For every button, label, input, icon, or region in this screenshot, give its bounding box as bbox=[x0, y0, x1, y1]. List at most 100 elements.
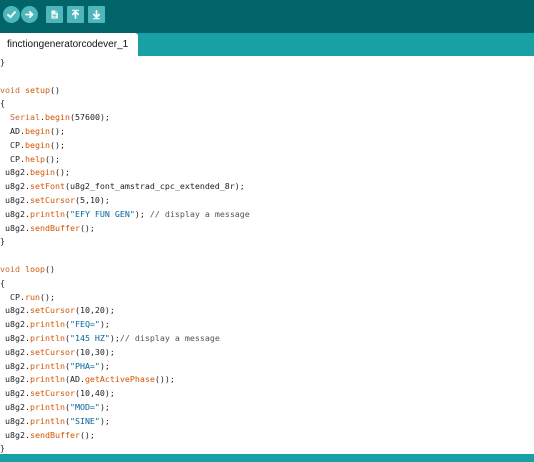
code-token: (10,40); bbox=[74, 388, 115, 399]
code-token: Serial bbox=[10, 112, 40, 123]
code-token: } bbox=[0, 57, 5, 67]
code-token: begin bbox=[44, 112, 70, 123]
code-line: u8g2.begin(); bbox=[0, 166, 70, 179]
code-token: begin bbox=[24, 139, 50, 150]
code-line: CP.begin(); bbox=[0, 139, 65, 152]
code-token: u8g2. bbox=[0, 181, 30, 192]
code-token: "SINE" bbox=[69, 415, 100, 426]
code-token: "145 HZ" bbox=[69, 333, 110, 343]
code-editor[interactable]: } void setup(){ Serial.begin(57600); AD.b… bbox=[0, 56, 534, 454]
code-token: println bbox=[29, 374, 65, 385]
tab-bar: finctiongeneratorcodever_1 bbox=[0, 33, 534, 56]
toolbar bbox=[0, 0, 534, 33]
code-line: u8g2.println("PHA="); bbox=[0, 360, 110, 373]
code-line: void loop() bbox=[0, 263, 55, 276]
code-token: u8g2. bbox=[0, 346, 30, 357]
code-token: run bbox=[24, 291, 40, 302]
code-token: println bbox=[29, 319, 65, 330]
upload-button[interactable] bbox=[21, 6, 38, 23]
code-token: { bbox=[0, 277, 5, 288]
code-token: // display a message bbox=[119, 333, 220, 343]
code-line: u8g2.setCursor(10,40); bbox=[0, 387, 115, 400]
code-token: u8g2. bbox=[0, 305, 30, 316]
code-token: } bbox=[0, 236, 5, 247]
code-line: Serial.begin(57600); bbox=[0, 111, 110, 124]
code-token: { bbox=[0, 98, 5, 109]
code-line: CP.help(); bbox=[0, 153, 60, 166]
code-line: u8g2.println("EFY FUN GEN"); // display … bbox=[0, 208, 250, 221]
code-token: (5,10); bbox=[74, 195, 110, 205]
arrow-down-icon bbox=[92, 9, 101, 20]
code-token: () bbox=[44, 264, 55, 274]
code-token: setup bbox=[24, 84, 50, 95]
tab-sketch[interactable]: finctiongeneratorcodever_1 bbox=[0, 33, 138, 56]
code-token: (); bbox=[54, 167, 70, 178]
code-line: u8g2.println("FEQ="); bbox=[0, 318, 110, 331]
code-line: u8g2.println(AD.getActivePhase()); bbox=[0, 373, 175, 386]
code-token: // display a message bbox=[149, 208, 250, 219]
status-bar bbox=[0, 454, 534, 462]
code-token: u8g2. bbox=[0, 319, 30, 330]
code-token: u8g2. bbox=[0, 208, 30, 219]
code-token: (u8g2_font_amstrad_cpc_extended_8r); bbox=[64, 181, 245, 192]
code-line: } bbox=[0, 235, 5, 248]
save-button[interactable] bbox=[88, 6, 105, 23]
code-token: println bbox=[29, 208, 65, 219]
code-token: setCursor bbox=[29, 305, 75, 316]
code-token: begin bbox=[29, 167, 55, 178]
code-token: (); bbox=[49, 126, 65, 136]
code-token: ); bbox=[99, 415, 110, 426]
code-line: u8g2.setCursor(10,20); bbox=[0, 304, 115, 317]
code-token: begin bbox=[24, 126, 50, 136]
code-token: void bbox=[0, 84, 20, 95]
code-token: setCursor bbox=[29, 388, 75, 399]
code-token: u8g2. bbox=[0, 388, 30, 399]
code-token: } bbox=[0, 443, 5, 454]
new-file-icon bbox=[51, 10, 58, 19]
code-token: AD. bbox=[0, 126, 25, 136]
code-token: (); bbox=[79, 222, 95, 233]
code-token: (57600); bbox=[69, 112, 110, 123]
code-token: ); bbox=[99, 319, 110, 330]
code-line: u8g2.sendBuffer(); bbox=[0, 429, 95, 442]
code-token: u8g2. bbox=[0, 402, 30, 412]
code-token: CP. bbox=[0, 139, 25, 150]
code-token: ); bbox=[134, 208, 150, 219]
code-token: CP. bbox=[0, 153, 25, 164]
code-token: sendBuffer bbox=[29, 222, 80, 233]
code-token: u8g2. bbox=[0, 360, 30, 371]
code-token: u8g2. bbox=[0, 415, 30, 426]
code-token: ); bbox=[99, 402, 110, 412]
code-token: void bbox=[0, 264, 20, 274]
arrow-up-icon bbox=[71, 9, 80, 19]
code-token: "FEQ=" bbox=[69, 319, 100, 330]
code-token: getActivePhase bbox=[84, 374, 155, 385]
open-button[interactable] bbox=[67, 6, 84, 23]
code-line: void setup() bbox=[0, 84, 60, 97]
code-token: setFont bbox=[29, 181, 65, 192]
code-line: u8g2.println("SINE"); bbox=[0, 415, 110, 428]
code-token: CP. bbox=[0, 291, 25, 302]
code-token: help bbox=[24, 153, 45, 164]
code-token: (); bbox=[44, 153, 60, 164]
code-token: u8g2. bbox=[0, 222, 30, 233]
code-token: (); bbox=[39, 291, 55, 302]
code-line: u8g2.sendBuffer(); bbox=[0, 222, 95, 235]
code-token: println bbox=[29, 415, 65, 426]
code-line: { bbox=[0, 97, 5, 110]
code-line: u8g2.println("145 HZ");// display a mess… bbox=[0, 332, 220, 345]
code-token: ); bbox=[109, 333, 120, 343]
new-button[interactable] bbox=[46, 6, 63, 23]
code-token: setCursor bbox=[29, 346, 75, 357]
code-token: println bbox=[29, 333, 65, 343]
code-token: setCursor bbox=[29, 195, 75, 205]
code-token: ); bbox=[99, 360, 110, 371]
code-token: (); bbox=[79, 429, 95, 440]
code-token: (10,30); bbox=[74, 346, 115, 357]
code-token: (); bbox=[49, 139, 65, 150]
code-token: ()); bbox=[154, 374, 175, 385]
code-token: println bbox=[29, 360, 65, 371]
code-token: "EFY FUN GEN" bbox=[69, 208, 135, 219]
verify-button[interactable] bbox=[3, 6, 20, 23]
